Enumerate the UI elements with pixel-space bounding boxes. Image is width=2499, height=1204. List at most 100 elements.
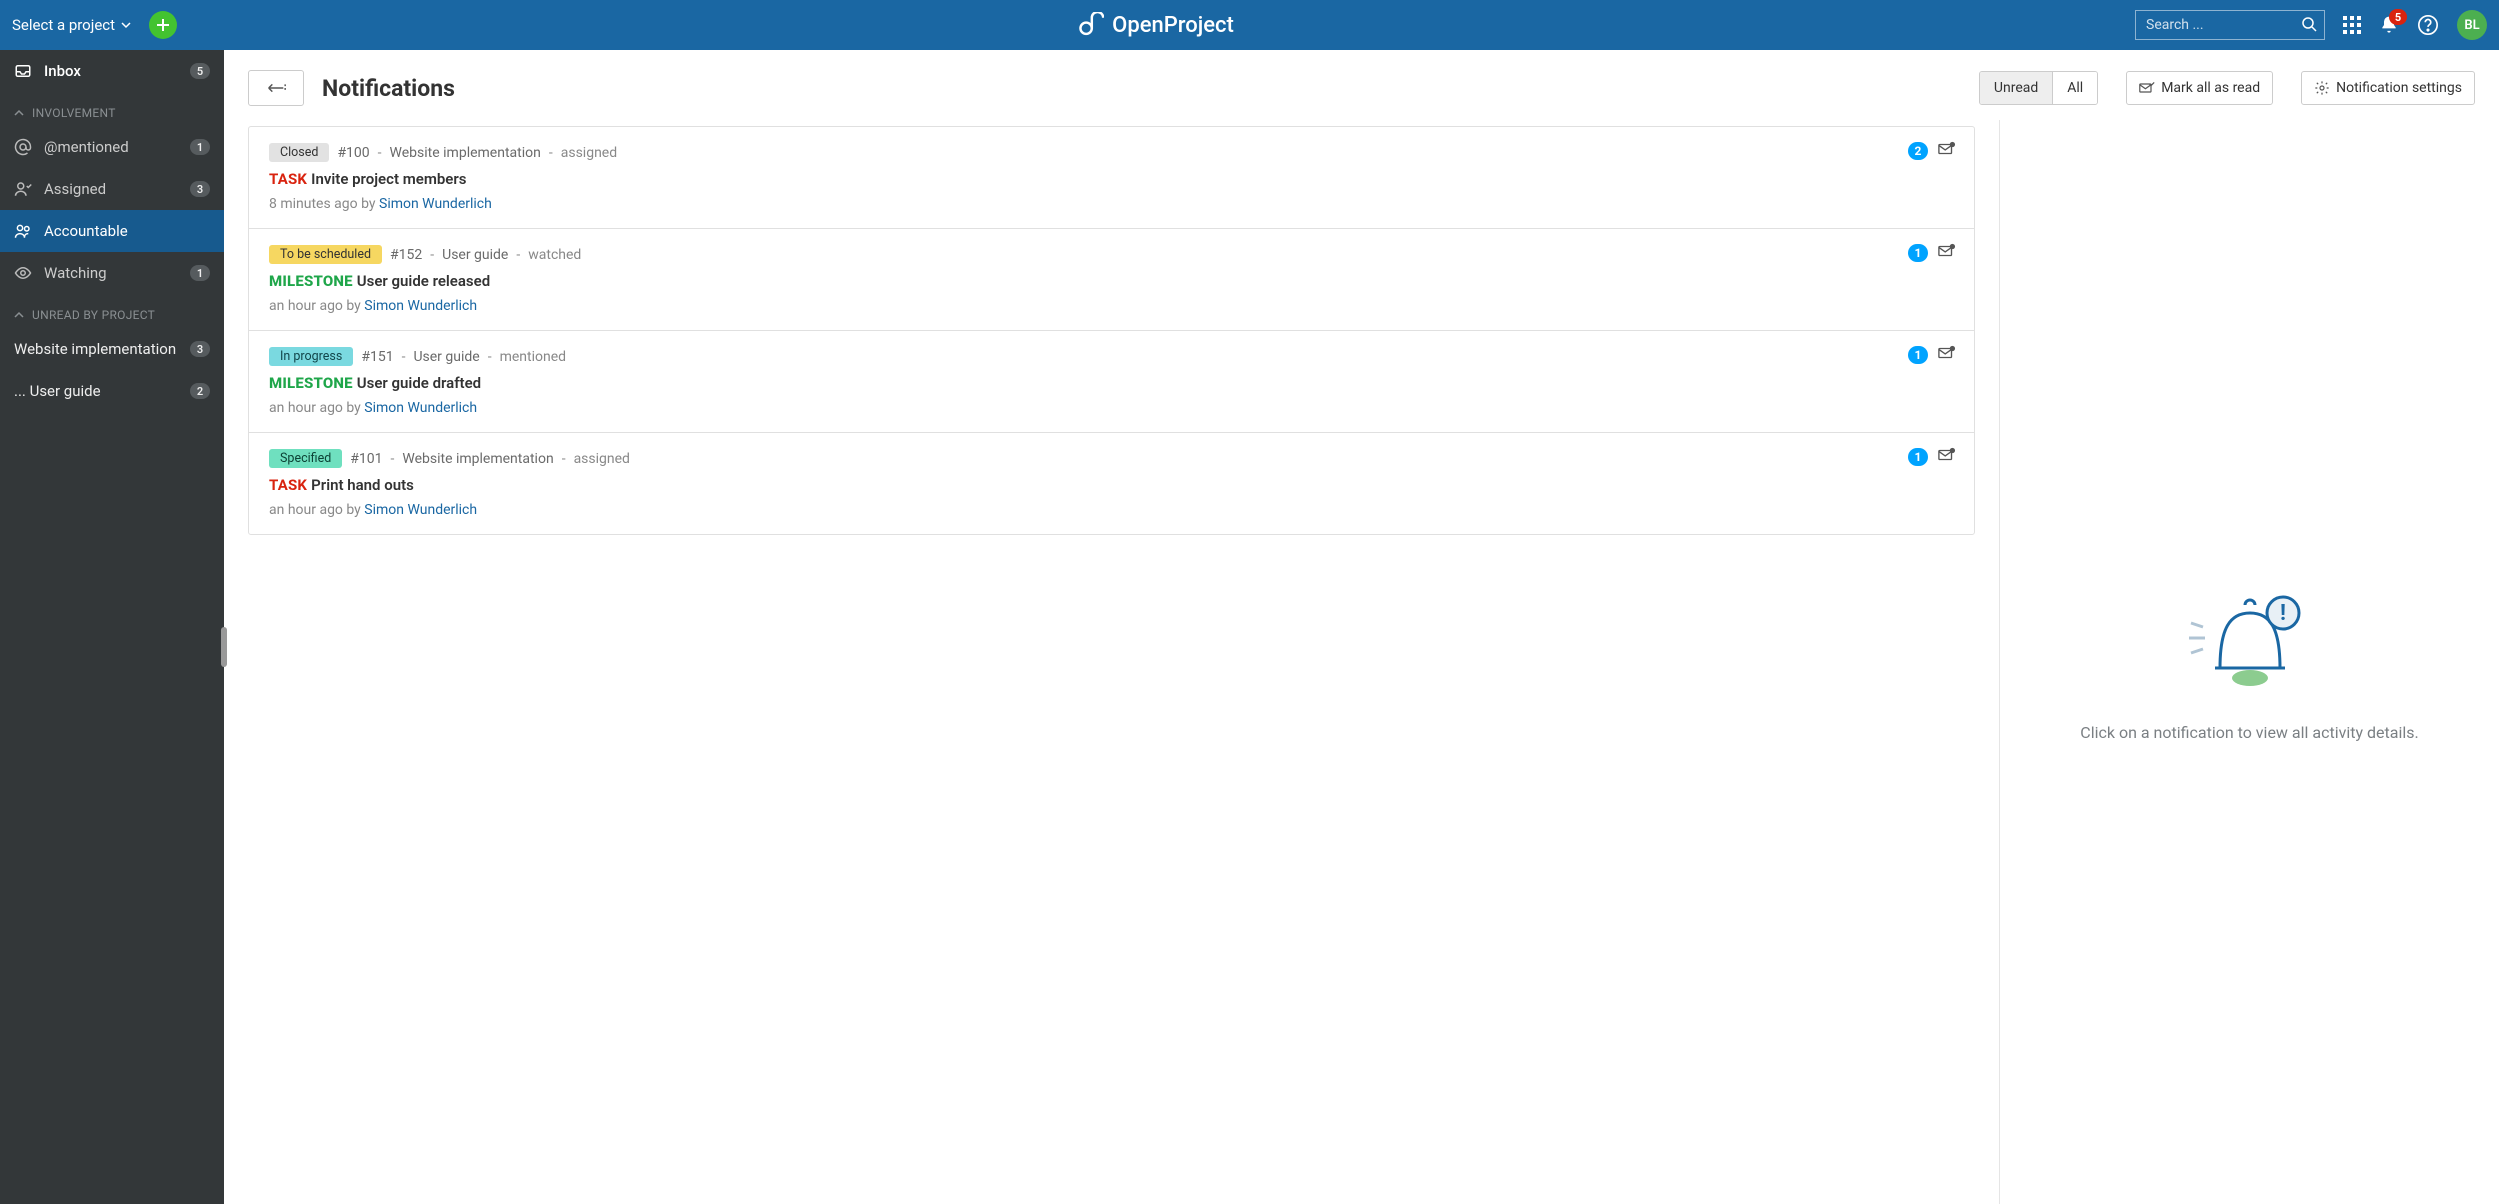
sidebar-item-count: 3 <box>190 181 210 197</box>
notification-actions: 1 <box>1908 447 1956 467</box>
watching-icon <box>14 264 32 282</box>
sidebar-project-item[interactable]: Website implementation3 <box>0 328 224 370</box>
filter-segment: Unread All <box>1979 71 2098 105</box>
empty-state-text: Click on a notification to view all acti… <box>2080 723 2418 742</box>
work-package-subject: User guide released <box>357 272 490 290</box>
notification-list: Closed#100-Website implementation-assign… <box>224 120 1999 1204</box>
notification-actor: Simon Wunderlich <box>364 502 477 518</box>
work-package-subject: Invite project members <box>311 170 466 188</box>
work-package-type: TASK <box>269 476 307 494</box>
back-button[interactable] <box>248 70 304 106</box>
notification-count-badge: 1 <box>1908 346 1928 364</box>
notification-actor: Simon Wunderlich <box>379 196 492 212</box>
notification-title-row: TASKInvite project members <box>269 170 1954 188</box>
help-button[interactable] <box>2417 14 2439 36</box>
sidebar-item-accountable[interactable]: Accountable <box>0 210 224 252</box>
detail-pane: ! Click on a notification to view all ac… <box>1999 120 2499 1204</box>
notification-count-badge: 1 <box>1908 448 1928 466</box>
sidebar-involvement-header[interactable]: Involvement <box>0 92 224 126</box>
chevron-up-icon <box>14 108 24 118</box>
notification-meta-row: To be scheduled#152-User guide-watched <box>269 245 1954 264</box>
work-package-type: MILESTONE <box>269 374 353 392</box>
notification-actions: 2 <box>1908 141 1956 161</box>
notification-reason: assigned <box>574 451 630 467</box>
notification-settings-button[interactable]: Notification settings <box>2301 71 2475 105</box>
help-icon <box>2417 14 2439 36</box>
status-badge: To be scheduled <box>269 245 382 264</box>
work-package-id: #100 <box>337 145 369 161</box>
sidebar-resize-handle[interactable] <box>221 627 227 667</box>
sidebar-item-label: Watching <box>44 264 178 282</box>
notification-count-badge: 1 <box>1908 244 1928 262</box>
notification-actions: 1 <box>1908 345 1956 365</box>
notifications-count-badge: 5 <box>2389 9 2407 25</box>
mark-read-icon[interactable] <box>1938 141 1956 161</box>
sidebar-item-watching[interactable]: Watching 1 <box>0 252 224 294</box>
notification-actor-row: an hour ago by Simon Wunderlich <box>269 400 1954 416</box>
sidebar-inbox[interactable]: Inbox 5 <box>0 50 224 92</box>
notification-reason: assigned <box>561 145 617 161</box>
modules-menu-button[interactable] <box>2343 16 2361 34</box>
envelope-check-icon <box>2139 81 2155 95</box>
project-name: User guide <box>413 349 479 365</box>
mark-read-icon[interactable] <box>1938 345 1956 365</box>
notification-reason: watched <box>528 247 581 263</box>
notification-card[interactable]: Closed#100-Website implementation-assign… <box>249 127 1974 229</box>
sidebar-unread-header[interactable]: Unread by project <box>0 294 224 328</box>
sidebar-project-count: 3 <box>190 341 210 357</box>
openproject-logo-icon <box>1078 12 1104 38</box>
notification-card[interactable]: Specified#101-Website implementation-ass… <box>249 433 1974 534</box>
work-package-id: #151 <box>361 349 393 365</box>
notification-time: an hour ago by <box>269 400 364 416</box>
sidebar-item-mentioned[interactable]: @mentioned1 <box>0 126 224 168</box>
sidebar-project-item[interactable]: ... User guide2 <box>0 370 224 412</box>
gear-icon <box>2314 80 2330 96</box>
status-badge: Closed <box>269 143 329 162</box>
logo: OpenProject <box>177 12 2135 38</box>
work-package-type: MILESTONE <box>269 272 353 290</box>
project-selector[interactable]: Select a project <box>12 16 131 34</box>
work-package-id: #152 <box>390 247 422 263</box>
work-package-type: TASK <box>269 170 307 188</box>
chevron-up-icon <box>14 310 24 320</box>
notifications-bell-button[interactable]: 5 <box>2379 15 2399 35</box>
avatar-initials: BL <box>2464 18 2479 33</box>
mark-read-icon[interactable] <box>1938 447 1956 467</box>
search-input[interactable] <box>2135 10 2325 40</box>
user-avatar[interactable]: BL <box>2457 10 2487 40</box>
project-selector-label: Select a project <box>12 16 115 34</box>
notification-title-row: MILESTONEUser guide drafted <box>269 374 1954 392</box>
notification-card[interactable]: To be scheduled#152-User guide-watchedMI… <box>249 229 1974 331</box>
quick-add-button[interactable] <box>149 11 177 39</box>
back-arrow-icon <box>265 81 287 95</box>
sidebar-inbox-label: Inbox <box>44 62 178 80</box>
notification-time: 8 minutes ago by <box>269 196 379 212</box>
sidebar-item-label: Accountable <box>44 222 210 240</box>
search-icon[interactable] <box>2301 16 2317 36</box>
logo-text: OpenProject <box>1112 13 1234 38</box>
sidebar-item-count: 1 <box>190 139 210 155</box>
sidebar: Inbox 5 Involvement @mentioned1Assigned3… <box>0 50 224 1204</box>
main-layout: Inbox 5 Involvement @mentioned1Assigned3… <box>0 50 2499 1204</box>
page-title: Notifications <box>322 75 455 102</box>
sidebar-project-count: 2 <box>190 383 210 399</box>
mentioned-icon <box>14 138 32 156</box>
notification-time: an hour ago by <box>269 502 364 518</box>
filter-all-button[interactable]: All <box>2052 72 2097 104</box>
sidebar-item-count: 1 <box>190 265 210 281</box>
filter-unread-button[interactable]: Unread <box>1980 72 2052 104</box>
notification-card[interactable]: In progress#151-User guide-mentionedMILE… <box>249 331 1974 433</box>
notification-actor: Simon Wunderlich <box>364 298 477 314</box>
mark-all-read-label: Mark all as read <box>2161 80 2260 96</box>
sidebar-inbox-count: 5 <box>190 63 210 79</box>
main-pane: Notifications Unread All Mark all as rea… <box>224 50 2499 1204</box>
work-package-subject: Print hand outs <box>311 476 414 494</box>
notification-meta-row: Specified#101-Website implementation-ass… <box>269 449 1954 468</box>
grid-icon <box>2343 16 2361 34</box>
search-box <box>2135 10 2325 40</box>
content-split: Closed#100-Website implementation-assign… <box>224 120 2499 1204</box>
sidebar-item-assigned[interactable]: Assigned3 <box>0 168 224 210</box>
mark-read-icon[interactable] <box>1938 243 1956 263</box>
mark-all-read-button[interactable]: Mark all as read <box>2126 71 2273 105</box>
work-package-id: #101 <box>350 451 382 467</box>
